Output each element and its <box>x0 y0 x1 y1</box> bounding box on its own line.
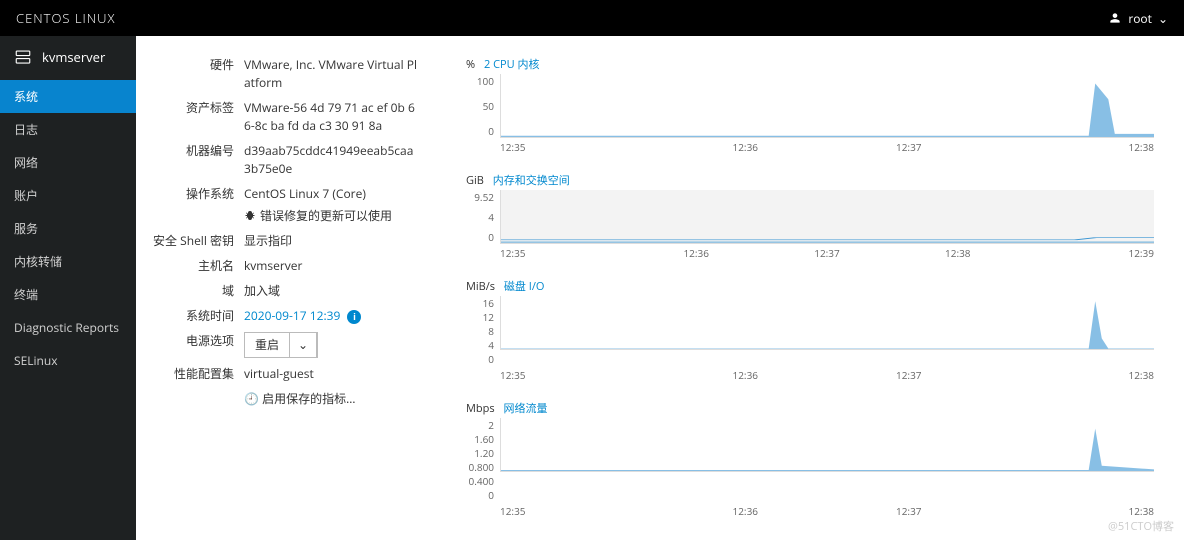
net-title-link[interactable]: 网络流量 <box>503 401 547 416</box>
disk-unit: MiB/s <box>466 279 495 294</box>
net-x-axis: 12:35 12:36 12:37 12:38 <box>500 504 1154 518</box>
ssh-label: 安全 Shell 密钥 <box>152 232 244 250</box>
bug-icon <box>244 210 256 222</box>
asset-value: VMware-56 4d 79 71 ac ef 0b 66-8c ba fd … <box>244 99 420 135</box>
mem-title-link[interactable]: 内存和交换空间 <box>493 173 570 188</box>
enable-metrics-link[interactable]: 🕘 启用保存的指标… <box>244 390 420 408</box>
chevron-down-icon[interactable]: ⌄ <box>290 333 317 357</box>
sidebar-item-kdump[interactable]: 内核转储 <box>0 245 136 278</box>
sidebar-item-network[interactable]: 网络 <box>0 146 136 179</box>
sidebar-item-accounts[interactable]: 账户 <box>0 179 136 212</box>
sidebar-host[interactable]: kvmserver <box>0 36 136 80</box>
main-content: 硬件 VMware, Inc. VMware Virtual Platform … <box>136 36 1184 540</box>
chevron-down-icon: ⌄ <box>1158 10 1168 27</box>
sidebar-item-services[interactable]: 服务 <box>0 212 136 245</box>
systime-link[interactable]: 2020-09-17 12:39 <box>244 307 340 324</box>
update-note[interactable]: 错误修复的更新可以使用 <box>244 207 420 225</box>
os-label: 操作系统 <box>152 185 244 225</box>
cpu-unit: % <box>466 57 475 72</box>
mem-chart: GiB 内存和交换空间 9.52 4 0 <box>466 172 1154 260</box>
net-unit: Mbps <box>466 401 495 416</box>
user-menu[interactable]: root ⌄ <box>1108 10 1168 27</box>
info-icon[interactable]: i <box>347 310 361 324</box>
net-y-axis: 2 1.60 1.20 0.800 0.400 0 <box>466 418 500 502</box>
machine-id-value: d39aab75cddc41949eeab5caa3b75e0e <box>244 142 420 178</box>
sidebar-host-label: kvmserver <box>42 48 105 66</box>
user-icon <box>1108 11 1122 25</box>
disk-chart: MiB/s 磁盘 I/O 16 12 8 4 0 <box>466 278 1154 382</box>
domain-label: 域 <box>152 282 244 300</box>
hardware-label: 硬件 <box>152 56 244 92</box>
watermark: @51CTO博客 <box>1108 518 1174 534</box>
power-restart-button[interactable]: 重启 <box>245 333 290 357</box>
cpu-title-link[interactable]: 2 CPU 内核 <box>484 57 540 72</box>
brand-label: CENTOS LINUX <box>16 9 116 27</box>
sidebar-item-diagnostic[interactable]: Diagnostic Reports <box>0 311 136 344</box>
hostname-link[interactable]: kvmserver <box>244 257 420 275</box>
net-chart: Mbps 网络流量 2 1.60 1.20 0.800 0.400 0 <box>466 400 1154 518</box>
hostname-label: 主机名 <box>152 257 244 275</box>
clock-icon: 🕘 <box>244 390 259 407</box>
mem-y-axis: 9.52 4 0 <box>466 190 500 244</box>
mem-plot[interactable] <box>500 190 1154 244</box>
ssh-fingerprint-link[interactable]: 显示指印 <box>244 232 420 250</box>
hardware-link[interactable]: VMware, Inc. VMware Virtual Platform <box>244 56 420 92</box>
cpu-chart: % 2 CPU 内核 100 50 0 12: <box>466 56 1154 154</box>
domain-join-link[interactable]: 加入域 <box>244 282 420 300</box>
sidebar-item-selinux[interactable]: SELinux <box>0 344 136 377</box>
net-plot[interactable] <box>500 418 1154 472</box>
server-icon <box>14 48 32 66</box>
perf-label: 性能配置集 <box>152 365 244 383</box>
cpu-plot[interactable] <box>500 74 1154 138</box>
mem-unit: GiB <box>466 173 484 188</box>
disk-y-axis: 16 12 8 4 0 <box>466 296 500 366</box>
top-bar: CENTOS LINUX root ⌄ <box>0 0 1184 36</box>
disk-plot[interactable] <box>500 296 1154 350</box>
disk-title-link[interactable]: 磁盘 I/O <box>504 279 545 294</box>
user-name: root <box>1128 10 1152 27</box>
sidebar-item-system[interactable]: 系统 <box>0 80 136 113</box>
cpu-x-axis: 12:35 12:36 12:37 12:38 <box>500 140 1154 154</box>
sidebar: kvmserver 系统 日志 网络 账户 服务 内核转储 终端 Diagnos… <box>0 36 136 540</box>
power-dropdown[interactable]: 重启 ⌄ <box>244 332 318 358</box>
mem-x-axis: 12:35 12:36 12:37 12:38 12:39 <box>500 246 1154 260</box>
cpu-y-axis: 100 50 0 <box>466 74 500 138</box>
charts-panel: % 2 CPU 内核 100 50 0 12: <box>436 36 1184 540</box>
power-label: 电源选项 <box>152 332 244 358</box>
system-details: 硬件 VMware, Inc. VMware Virtual Platform … <box>136 36 436 540</box>
disk-x-axis: 12:35 12:36 12:37 12:38 <box>500 368 1154 382</box>
sidebar-item-logs[interactable]: 日志 <box>0 113 136 146</box>
systime-label: 系统时间 <box>152 307 244 325</box>
perf-profile-link[interactable]: virtual-guest <box>244 365 420 383</box>
asset-label: 资产标签 <box>152 99 244 135</box>
sidebar-item-terminal[interactable]: 终端 <box>0 278 136 311</box>
machine-id-label: 机器编号 <box>152 142 244 178</box>
os-value: CentOS Linux 7 (Core) <box>244 185 420 203</box>
